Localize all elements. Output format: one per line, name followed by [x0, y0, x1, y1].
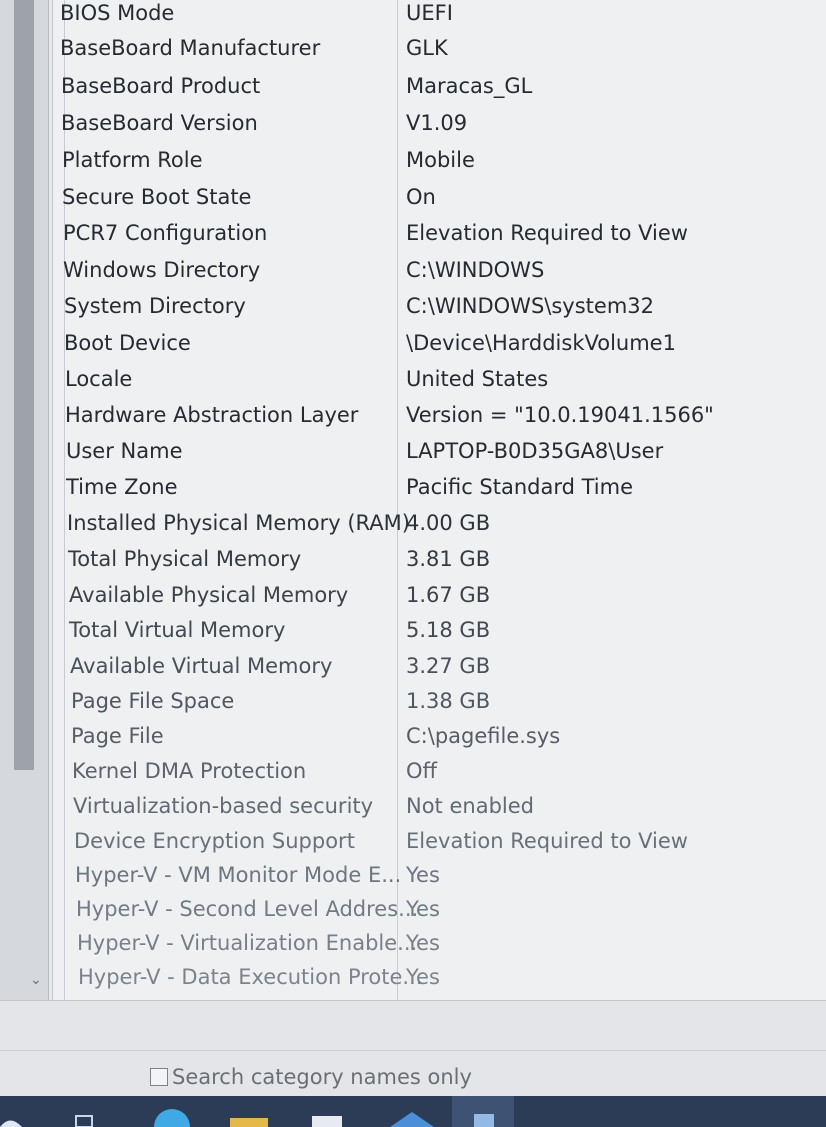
system-information-window: ⌄ BIOS Mode UEFI BaseBoard Manufacturer … — [0, 0, 826, 1096]
item-cell: BaseBoard Product — [61, 74, 261, 98]
table-row[interactable]: Boot Device \Device\HarddiskVolume1 — [0, 331, 826, 365]
item-cell: PCR7 Configuration — [63, 221, 268, 245]
table-row[interactable]: BaseBoard Product Maracas_GL — [0, 74, 826, 108]
item-cell: Device Encryption Support — [74, 829, 355, 853]
value-cell: Off — [406, 759, 437, 783]
table-row[interactable]: Installed Physical Memory (RAM) 4.00 GB — [0, 511, 826, 545]
value-cell: C:\WINDOWS\system32 — [406, 294, 654, 318]
checkbox-label: Search category names only — [172, 1065, 472, 1089]
value-cell: Yes — [406, 897, 440, 921]
table-row[interactable]: Hyper-V - VM Monitor Mode E... Yes — [0, 863, 826, 897]
item-cell: Locale — [65, 367, 133, 391]
checkbox-box[interactable] — [150, 1068, 168, 1086]
table-row[interactable]: Locale United States — [0, 367, 826, 401]
table-row[interactable]: Available Physical Memory 1.67 GB — [0, 583, 826, 617]
value-cell: C:\pagefile.sys — [406, 724, 561, 748]
store-icon[interactable] — [312, 1116, 342, 1127]
table-row[interactable]: BIOS Mode UEFI — [0, 1, 826, 35]
value-cell: \Device\HarddiskVolume1 — [406, 331, 676, 355]
table-row[interactable]: Total Virtual Memory 5.18 GB — [0, 618, 826, 652]
value-cell: 5.18 GB — [406, 618, 491, 642]
value-cell: 1.38 GB — [406, 689, 491, 713]
value-cell: Yes — [406, 863, 440, 887]
item-cell: Hyper-V - Data Execution Prote... — [78, 965, 423, 989]
item-cell: Hyper-V - VM Monitor Mode E... — [75, 863, 402, 887]
value-cell: GLK — [406, 36, 448, 60]
value-cell: 3.27 GB — [406, 654, 491, 678]
item-cell: Time Zone — [66, 475, 178, 499]
value-cell: V1.09 — [406, 111, 468, 135]
table-row[interactable]: Windows Directory C:\WINDOWS — [0, 258, 826, 292]
value-cell: LAPTOP-B0D35GA8\User — [406, 439, 664, 463]
item-cell: User Name — [66, 439, 183, 463]
item-cell: Virtualization-based security — [73, 794, 374, 818]
item-cell: Available Virtual Memory — [70, 654, 333, 678]
table-row[interactable]: Hardware Abstraction Layer Version = "10… — [0, 403, 826, 437]
table-row[interactable]: BaseBoard Manufacturer GLK — [0, 36, 826, 70]
item-cell: BaseBoard Version — [61, 111, 258, 135]
file-explorer-icon[interactable] — [230, 1118, 268, 1127]
value-cell: Elevation Required to View — [406, 829, 688, 853]
item-cell: BIOS Mode — [60, 1, 175, 25]
value-cell: UEFI — [406, 1, 453, 25]
value-cell: Elevation Required to View — [406, 221, 688, 245]
table-row[interactable]: Hyper-V - Second Level Addres... Yes — [0, 897, 826, 931]
item-cell: Hyper-V - Second Level Addres... — [76, 897, 419, 921]
value-cell: 4.00 GB — [406, 511, 491, 535]
table-row[interactable]: Time Zone Pacific Standard Time — [0, 475, 826, 509]
value-cell: Maracas_GL — [406, 74, 533, 98]
item-cell: Hardware Abstraction Layer — [65, 403, 359, 427]
system-info-taskbar-icon[interactable] — [452, 1096, 514, 1127]
item-cell: Hyper-V - Virtualization Enable... — [77, 931, 418, 955]
table-row[interactable]: Page File C:\pagefile.sys — [0, 724, 826, 758]
start-button-icon[interactable] — [0, 1120, 22, 1127]
item-cell: Available Physical Memory — [69, 583, 349, 607]
task-view-icon[interactable] — [75, 1115, 93, 1127]
value-cell: On — [406, 185, 436, 209]
search-category-names-only-checkbox[interactable]: Search category names only — [150, 1065, 472, 1089]
table-row[interactable]: User Name LAPTOP-B0D35GA8\User — [0, 439, 826, 473]
mail-icon[interactable] — [390, 1112, 434, 1127]
item-cell: Secure Boot State — [62, 185, 252, 209]
value-cell: United States — [406, 367, 549, 391]
value-cell: Not enabled — [406, 794, 534, 818]
item-cell: Total Physical Memory — [68, 547, 302, 571]
value-cell: Pacific Standard Time — [406, 475, 634, 499]
value-cell: Yes — [406, 931, 440, 955]
value-cell: C:\WINDOWS — [406, 258, 545, 282]
value-cell: Version = "10.0.19041.1566" — [406, 403, 714, 427]
item-cell: System Directory — [64, 294, 246, 318]
taskbar-icons — [0, 1096, 514, 1127]
item-cell: Page File Space — [71, 689, 235, 713]
item-cell: Page File — [71, 724, 164, 748]
item-cell: Installed Physical Memory (RAM) — [67, 511, 410, 535]
table-row[interactable]: Total Physical Memory 3.81 GB — [0, 547, 826, 581]
table-row[interactable]: Device Encryption Support Elevation Requ… — [0, 829, 826, 863]
value-cell: 3.81 GB — [406, 547, 491, 571]
item-cell: Kernel DMA Protection — [72, 759, 307, 783]
value-cell: Yes — [406, 965, 440, 989]
item-cell: BaseBoard Manufacturer — [60, 36, 321, 60]
find-panel-divider — [0, 1050, 826, 1051]
value-cell: Mobile — [406, 148, 475, 172]
item-cell: Boot Device — [64, 331, 191, 355]
table-row[interactable]: System Directory C:\WINDOWS\system32 — [0, 294, 826, 328]
table-row[interactable]: Platform Role Mobile — [0, 148, 826, 182]
item-cell: Platform Role — [62, 148, 203, 172]
value-cell: 1.67 GB — [406, 583, 491, 607]
table-row[interactable]: BaseBoard Version V1.09 — [0, 111, 826, 145]
table-row[interactable]: Hyper-V - Virtualization Enable... Yes — [0, 931, 826, 965]
edge-browser-icon[interactable] — [154, 1109, 190, 1127]
item-cell: Windows Directory — [63, 258, 261, 282]
table-row[interactable]: Hyper-V - Data Execution Prote... Yes — [0, 965, 826, 999]
table-row[interactable]: Kernel DMA Protection Off — [0, 759, 826, 793]
table-row[interactable]: Secure Boot State On — [0, 185, 826, 219]
table-row[interactable]: PCR7 Configuration Elevation Required to… — [0, 221, 826, 255]
table-row[interactable]: Virtualization-based security Not enable… — [0, 794, 826, 828]
table-row[interactable]: Page File Space 1.38 GB — [0, 689, 826, 723]
table-row[interactable]: Available Virtual Memory 3.27 GB — [0, 654, 826, 688]
item-cell: Total Virtual Memory — [69, 618, 286, 642]
